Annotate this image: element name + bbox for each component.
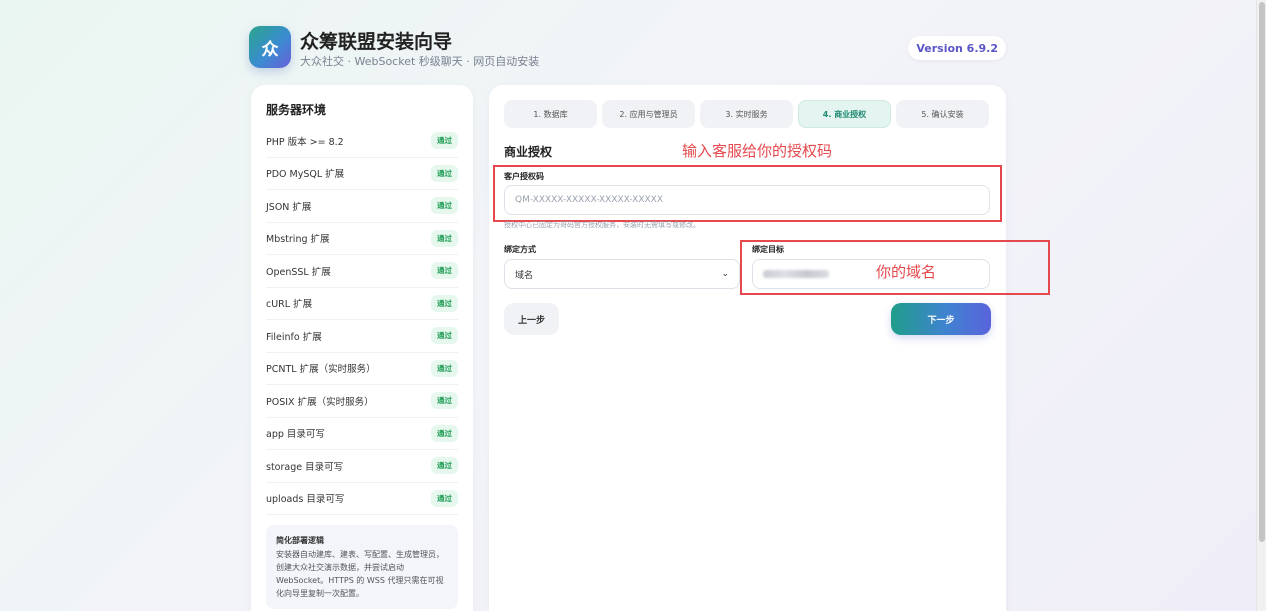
env-check-label: JSON 扩展 (266, 201, 312, 213)
page-scrollbar[interactable] (1256, 0, 1266, 611)
env-check-item: PDO MySQL 扩展 通过 (266, 158, 458, 190)
env-check-label: app 目录可写 (266, 429, 325, 441)
status-badge: 通过 (431, 164, 458, 182)
env-check-item: OpenSSL 扩展 通过 (266, 255, 458, 288)
app-logo: 众 (249, 26, 291, 68)
status-badge: 通过 (431, 229, 458, 247)
annotation-license-code: 输入客服给你的授权码 (682, 142, 833, 160)
bind-method-select[interactable]: 域名 ⌄ (504, 259, 740, 289)
license-code-label: 客户授权码 (504, 172, 544, 181)
step-tab-realtime[interactable]: 3. 实时服务 (700, 100, 793, 128)
environment-panel: 服务器环境 PHP 版本 >= 8.2 通过 PDO MySQL 扩展 通过 JSO… (251, 85, 473, 611)
step-tab-confirm[interactable]: 5. 确认安装 (896, 100, 989, 128)
deploy-note-title: 简化部署逻辑 (276, 536, 324, 545)
status-badge: 通过 (431, 359, 458, 377)
env-check-item: Mbstring 扩展 通过 (266, 223, 458, 255)
header: 众 众筹联盟安装向导 大众社交 · WebSocket 秒级聊天 · 网页自动安… (249, 26, 1006, 72)
environment-title: 服务器环境 (266, 103, 327, 117)
env-check-item: POSIX 扩展（实时服务） 通过 (266, 385, 458, 418)
status-badge: 通过 (431, 424, 458, 442)
status-badge: 通过 (431, 197, 458, 215)
env-check-label: OpenSSL 扩展 (266, 266, 331, 278)
scrollbar-thumb[interactable] (1259, 2, 1265, 542)
environment-list: PHP 版本 >= 8.2 通过 PDO MySQL 扩展 通过 JSON 扩展 通过… (266, 125, 458, 515)
env-check-label: cURL 扩展 (266, 299, 313, 311)
env-check-label: POSIX 扩展（实时服务） (266, 396, 374, 408)
env-check-label: uploads 目录可写 (266, 494, 345, 506)
status-badge: 通过 (431, 262, 458, 280)
env-check-item: cURL 扩展 通过 (266, 288, 458, 320)
deploy-note: 简化部署逻辑 安装器自动建库、建表、写配置、生成管理员，创建大众社交演示数据，并… (266, 525, 458, 609)
next-button[interactable]: 下一步 (891, 303, 991, 335)
status-badge: 通过 (431, 489, 458, 507)
env-check-label: Fileinfo 扩展 (266, 331, 322, 343)
app-subtitle: 大众社交 · WebSocket 秒级聊天 · 网页自动安装 (300, 55, 540, 68)
env-check-item: PHP 版本 >= 8.2 通过 (266, 125, 458, 158)
env-check-item: storage 目录可写 通过 (266, 450, 458, 483)
deploy-note-text: 安装器自动建库、建表、写配置、生成管理员，创建大众社交演示数据，并尝试启动 We… (276, 550, 444, 598)
env-check-label: PDO MySQL 扩展 (266, 169, 345, 181)
wizard-panel: 1. 数据库 2. 应用与管理员 3. 实时服务 4. 商业授权 5. 确认安装… (489, 85, 1050, 611)
env-check-item: PCNTL 扩展（实时服务） 通过 (266, 353, 458, 385)
step-tabs: 1. 数据库 2. 应用与管理员 3. 实时服务 4. 商业授权 5. 确认安装 (504, 100, 989, 128)
license-code-input[interactable]: QM-XXXXX-XXXXX-XXXXX-XXXXX (504, 185, 990, 215)
env-check-label: PCNTL 扩展（实时服务） (266, 364, 376, 376)
step-tab-app-admin[interactable]: 2. 应用与管理员 (602, 100, 695, 128)
status-badge: 通过 (431, 392, 458, 410)
annotation-domain: 你的域名 (876, 263, 937, 281)
env-check-item: app 目录可写 通过 (266, 418, 458, 450)
chevron-down-icon: ⌄ (721, 269, 729, 279)
version-badge: Version 6.9.2 (908, 36, 1006, 60)
step-tab-license[interactable]: 4. 商业授权 (798, 100, 891, 128)
prev-button[interactable]: 上一步 (504, 303, 559, 335)
status-badge: 通过 (431, 327, 458, 345)
license-hint: 授权中心已固定为哥码官方授权服务，安装时无需填写或修改。 (504, 221, 700, 229)
env-check-label: Mbstring 扩展 (266, 234, 330, 246)
app-title: 众筹联盟安装向导 (300, 31, 453, 53)
env-check-item: JSON 扩展 通过 (266, 190, 458, 223)
env-check-label: PHP 版本 >= 8.2 (266, 136, 344, 148)
bind-method-value: 域名 (515, 270, 534, 281)
bind-method-label: 绑定方式 (504, 245, 536, 254)
status-badge: 通过 (431, 132, 458, 150)
status-badge: 通过 (431, 294, 458, 312)
env-check-label: storage 目录可写 (266, 461, 344, 473)
env-check-item: uploads 目录可写 通过 (266, 483, 458, 515)
env-check-item: Fileinfo 扩展 通过 (266, 320, 458, 353)
status-badge: 通过 (431, 457, 458, 475)
step-tab-database[interactable]: 1. 数据库 (504, 100, 597, 128)
section-title: 商业授权 (504, 145, 553, 159)
